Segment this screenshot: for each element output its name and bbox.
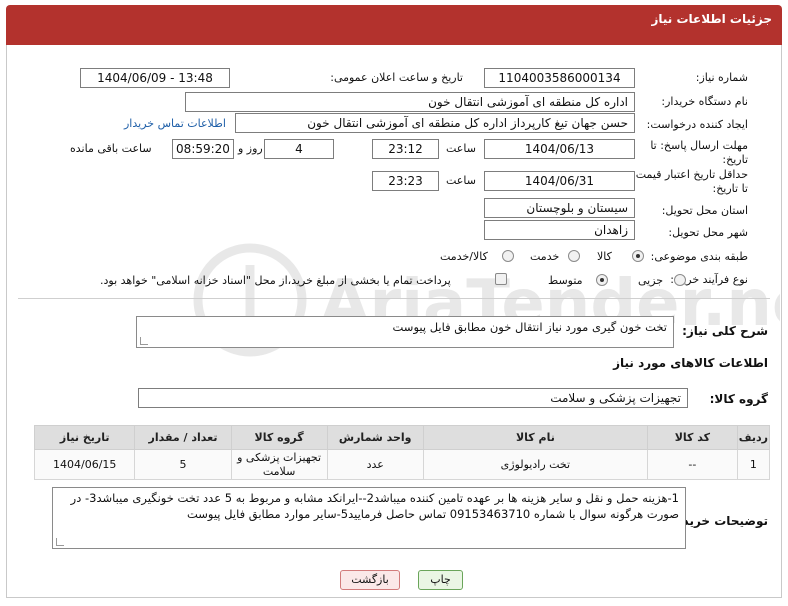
treasury-checkbox[interactable] [495,273,507,285]
col-unit: واحد شمارش [326,425,424,450]
print-button[interactable]: چاپ [418,570,463,590]
city-label: شهر محل تحویل: [668,226,748,239]
col-group: گروه کالا [230,425,328,450]
cell-row: 1 [736,449,771,480]
category-option-both: کالا/خدمت [440,250,488,263]
deadline-date-field[interactable]: 1404/06/13 [484,139,635,159]
price-date-field[interactable]: 1404/06/31 [484,171,635,191]
resize-grip-icon[interactable] [56,538,64,546]
price-time-field[interactable]: 23:23 [372,171,439,191]
price-validity-label: حداقل تاریخ اعتبار قیمت: [632,168,748,181]
requester-field[interactable]: حسن جهان تیغ کارپرداز اداره کل منطقه ای … [235,113,635,133]
process-option-minor: جزیی [638,274,664,287]
category-option-goods: کالا [597,250,612,263]
category-radio-both[interactable] [502,250,514,262]
cell-code: -- [647,449,738,480]
cell-date: 1404/06/15 [33,449,136,480]
need-number-field[interactable]: 1104003586000134 [484,68,635,88]
page-title: جزئیات اطلاعات نیاز [651,12,772,26]
resize-grip-icon[interactable] [140,337,148,345]
deadline-time-label: ساعت [446,142,476,155]
goods-group-label: گروه کالا: [709,392,768,406]
province-label: استان محل تحویل: [661,204,748,217]
description-text: تخت خون گیری مورد نیاز انتقال خون مطابق … [392,320,667,334]
price-validity-label-date: تا تاریخ: [712,182,748,195]
remaining-label: ساعت باقی مانده [70,142,152,155]
buyer-notes-textarea[interactable]: 1-هزینه حمل و نقل و سایر هزینه ها بر عهد… [52,487,686,549]
need-number-label: شماره نیاز: [695,71,748,84]
announce-field[interactable]: 1404/06/09 - 13:48 [80,68,230,88]
divider [18,298,770,299]
price-time-label: ساعت [446,174,476,187]
col-qty: تعداد / مقدار [134,425,232,450]
province-field[interactable]: سیستان و بلوچستان [484,198,635,218]
goods-table: ردیف کد کالا نام کالا واحد شمارش گروه کا… [33,425,771,480]
days-remaining-field[interactable]: 4 [264,139,334,159]
cell-group: تجهیزات پزشکی و سلامت [230,449,328,480]
col-code: کد کالا [647,425,738,450]
table-header-row: ردیف کد کالا نام کالا واحد شمارش گروه کا… [33,425,771,450]
treasury-payment-note: پرداخت تمام یا بخشی از مبلغ خرید،از محل … [100,274,451,287]
buyer-notes-text: 1-هزینه حمل و نقل و سایر هزینه ها بر عهد… [70,491,679,521]
goods-group-field[interactable]: تجهیزات پزشکی و سلامت [138,388,688,408]
days-label: روز و [238,142,263,155]
buyer-org-label: نام دستگاه خریدار: [661,95,748,108]
cell-name: تخت رادیولوژی [422,449,649,480]
back-button[interactable]: بازگشت [340,570,400,590]
description-label: شرح کلی نیاز: [682,324,768,338]
table-row[interactable]: 1 -- تخت رادیولوژی عدد تجهیزات پزشکی و س… [33,449,771,480]
process-radio-medium[interactable] [596,274,608,286]
col-name: نام کالا [422,425,649,450]
deadline-label-date: تاریخ: [722,153,748,166]
col-date: تاریخ نیاز [33,425,136,450]
category-label: طبقه بندی موضوعی: [650,250,748,263]
deadline-time-field[interactable]: 23:12 [372,139,439,159]
goods-section-title: اطلاعات کالاهای مورد نیاز [613,356,768,370]
requester-label: ایجاد کننده درخواست: [646,118,748,131]
cell-unit: عدد [326,449,424,480]
category-radio-service[interactable] [568,250,580,262]
category-option-service: خدمت [530,250,560,263]
process-radio-minor[interactable] [674,274,686,286]
category-radio-goods[interactable] [632,250,644,262]
contact-buyer-link[interactable]: اطلاعات تماس خریدار [124,117,226,130]
cell-qty: 5 [134,449,232,480]
buyer-org-field[interactable]: اداره کل منطقه ای آموزشی انتقال خون [185,92,635,112]
description-textarea[interactable]: تخت خون گیری مورد نیاز انتقال خون مطابق … [136,316,674,348]
remaining-time-field[interactable]: 08:59:20 [172,139,234,159]
announce-label: تاریخ و ساعت اعلان عمومی: [330,71,463,84]
city-field[interactable]: زاهدان [484,220,635,240]
process-option-medium: متوسط [548,274,583,287]
col-row: ردیف [736,425,771,450]
deadline-label: مهلت ارسال پاسخ: تا [650,139,748,152]
